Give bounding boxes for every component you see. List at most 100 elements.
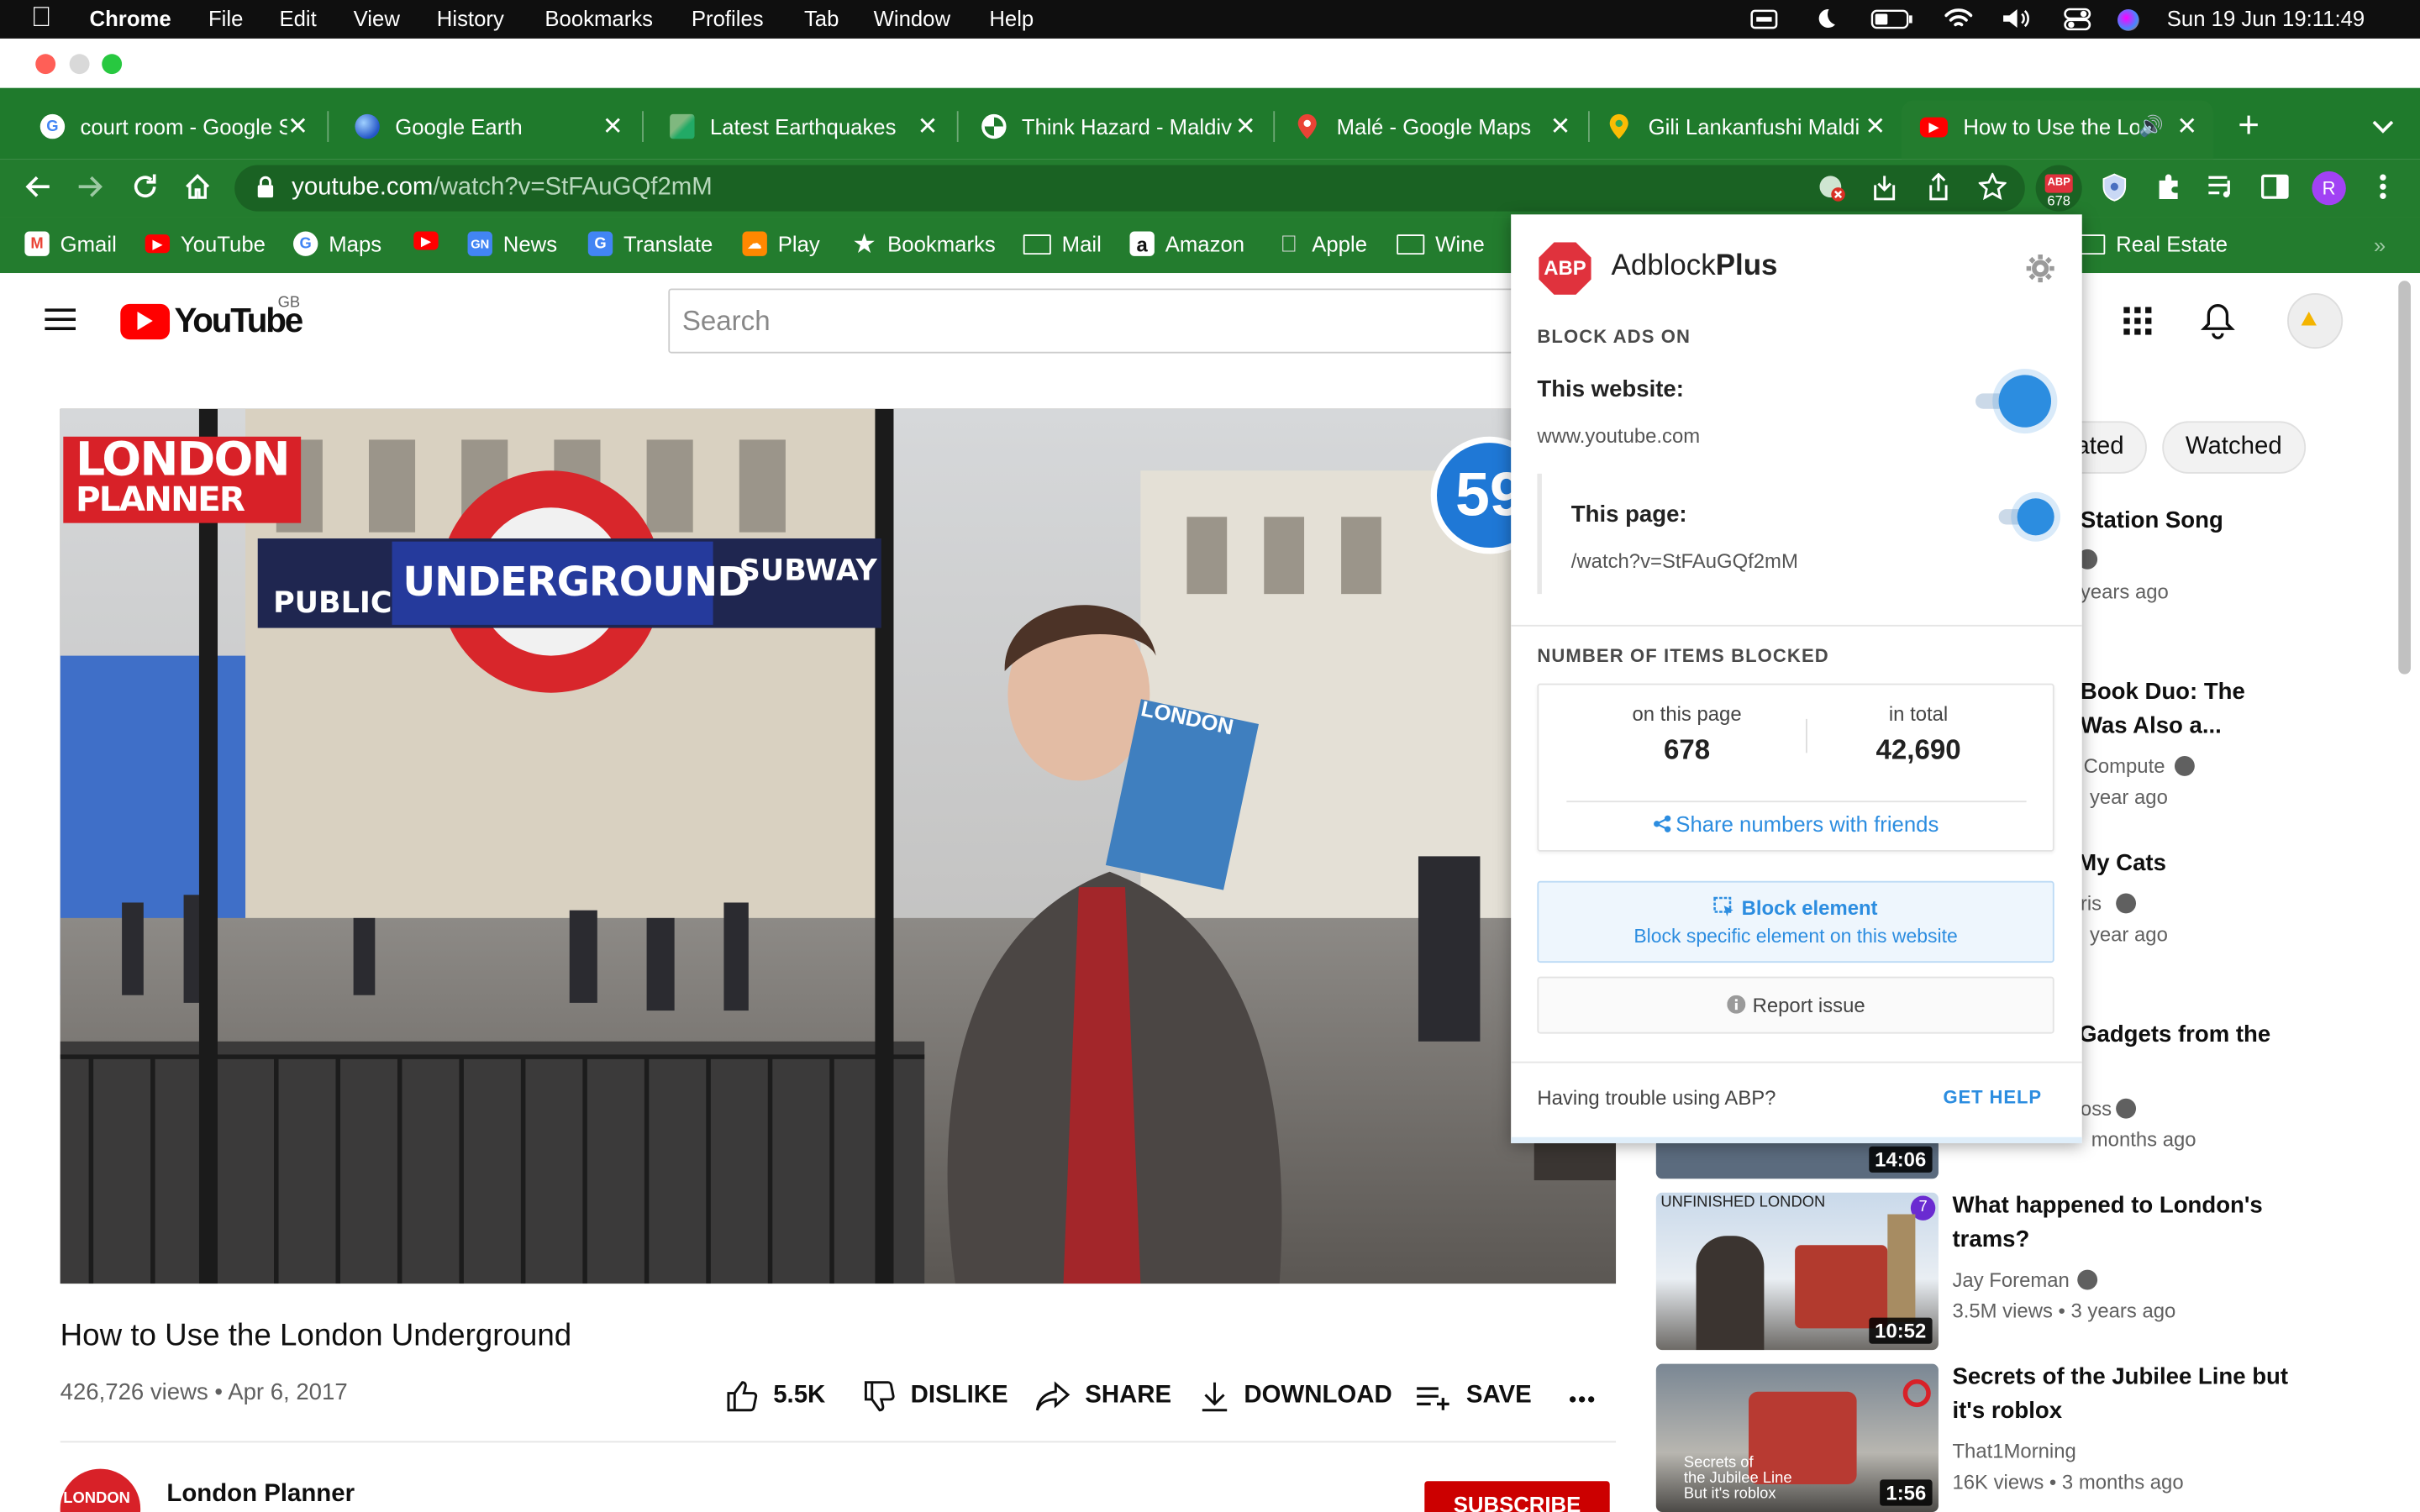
new-tab-plus-icon[interactable]: +	[2238, 108, 2260, 145]
apps-grid-icon[interactable]	[2123, 306, 2154, 337]
share-icon[interactable]	[1924, 172, 1952, 202]
tab-male-google-maps[interactable]: Malé - Google Maps ✕	[1271, 96, 1586, 157]
menu-app-name[interactable]: Chrome	[90, 6, 171, 30]
zoom-window-button[interactable]	[102, 54, 123, 75]
bookmark-play[interactable]: ☁ Play	[742, 231, 820, 256]
page-scrollbar-thumb[interactable]	[2398, 281, 2411, 675]
shield-extension-icon[interactable]	[2102, 173, 2127, 202]
media-control-icon[interactable]	[2207, 175, 2235, 199]
search-input[interactable]: Search	[668, 288, 1533, 354]
rec-title[interactable]: Station Song	[2081, 505, 2223, 538]
lock-icon[interactable]	[256, 176, 275, 199]
notifications-bell-icon[interactable]	[2201, 302, 2235, 339]
menu-profiles[interactable]: Profiles	[692, 6, 764, 30]
account-avatar[interactable]	[2287, 292, 2344, 349]
rec-title[interactable]: What happened to London's trams?	[1952, 1189, 2262, 1257]
bookmark-youtube[interactable]: ▶ YouTube	[145, 232, 266, 256]
apple-icon[interactable]: 	[31, 2, 52, 34]
bookmark-translate[interactable]: G Translate	[587, 231, 713, 256]
rec-thumbnail[interactable]: UNFINISHED LONDON 7 10:52	[1655, 1192, 1939, 1351]
clock[interactable]: Sun 19 Jun 19:11:49	[2167, 6, 2365, 30]
rec-thumbnail[interactable]: Secrets of the Jubilee Line But it's rob…	[1655, 1363, 1939, 1512]
tab-how-to-use-underground[interactable]: ▶ How to Use the Lo 🔊 ✕	[1902, 96, 2213, 157]
like-button[interactable]: 5.5K	[725, 1379, 825, 1413]
bookmark-apple[interactable]:  Apple	[1276, 231, 1367, 257]
bookmark-youtube-2[interactable]: ▶	[413, 231, 449, 250]
report-issue-button[interactable]: Report issue	[1537, 976, 2054, 1034]
menu-bookmarks[interactable]: Bookmarks	[544, 6, 653, 30]
tab-court-room[interactable]: G court room - Google S ✕	[15, 96, 324, 157]
bookmark-gmail[interactable]: M Gmail	[24, 231, 117, 256]
bookmark-bookmarks[interactable]: ★ Bookmarks	[852, 232, 996, 258]
bookmark-amazon[interactable]: a Amazon	[1129, 231, 1244, 256]
bookmark-wine[interactable]: Wine	[1397, 232, 1485, 256]
rec-title[interactable]: Book Duo: The Was Also a...	[2081, 675, 2245, 743]
close-tab-icon[interactable]: ✕	[917, 111, 939, 142]
close-tab-icon[interactable]: ✕	[1549, 111, 1571, 142]
bookmark-maps[interactable]: G Maps	[292, 231, 381, 256]
volume-icon[interactable]	[2002, 8, 2033, 29]
bookmark-star-icon[interactable]	[1978, 172, 2007, 201]
block-element-button[interactable]: Block element Block specific element on …	[1537, 880, 2054, 963]
bookmark-news[interactable]: GN News	[467, 231, 557, 256]
rec-title[interactable]: Secrets of the Jubilee Line but it's rob…	[1952, 1361, 2288, 1429]
menu-view[interactable]: View	[354, 6, 400, 30]
tab-search-chevron-down-icon[interactable]	[2372, 120, 2394, 134]
tab-gili-lankanfushi[interactable]: Gili Lankanfushi Maldi ✕	[1586, 96, 1902, 157]
siri-icon[interactable]	[2118, 9, 2139, 31]
kebab-menu-icon[interactable]	[2378, 173, 2387, 201]
wifi-icon[interactable]	[1944, 8, 1973, 29]
rec-title[interactable]: Gadgets from the	[2079, 1018, 2270, 1052]
tab-think-hazard[interactable]: Think Hazard - Maldiv ✕	[957, 96, 1272, 157]
menu-help[interactable]: Help	[989, 6, 1034, 30]
profile-avatar[interactable]: R	[2312, 171, 2346, 206]
close-tab-icon[interactable]: ✕	[1865, 111, 1886, 142]
rec-title[interactable]: My Cats	[2077, 847, 2166, 880]
tab-latest-earthquakes[interactable]: Latest Earthquakes ✕	[645, 96, 954, 157]
hamburger-menu-icon[interactable]	[45, 307, 76, 332]
bookmark-real-estate[interactable]: Real Estate	[2077, 232, 2228, 256]
share-numbers-link[interactable]: Share numbers with friends	[1539, 811, 2053, 837]
save-button[interactable]: SAVE	[1415, 1379, 1532, 1413]
filter-chip-watched[interactable]: Watched	[2162, 421, 2306, 474]
close-tab-icon[interactable]: ✕	[1234, 111, 1256, 142]
channel-avatar[interactable]: LONDON	[60, 1468, 141, 1512]
minimize-window-button[interactable]	[69, 54, 90, 75]
install-app-icon[interactable]	[1870, 175, 1898, 202]
side-panel-icon[interactable]	[2261, 174, 2289, 199]
close-window-button[interactable]	[35, 54, 56, 75]
menu-history[interactable]: History	[437, 6, 504, 30]
dark-mode-icon[interactable]	[1815, 8, 1837, 29]
menu-tab[interactable]: Tab	[804, 6, 839, 30]
close-tab-icon[interactable]: ✕	[2176, 111, 2198, 142]
battery-icon[interactable]	[1870, 9, 1913, 29]
url-text[interactable]: youtube.com/watch?v=StFAuGQf2mM	[292, 175, 713, 202]
more-actions-icon[interactable]	[1568, 1394, 1596, 1404]
get-help-link[interactable]: GET HELP	[1943, 1086, 2042, 1108]
menu-file[interactable]: File	[208, 6, 243, 30]
settings-gear-icon[interactable]	[2025, 253, 2056, 284]
dislike-button[interactable]: DISLIKE	[863, 1379, 1008, 1413]
audio-playing-icon[interactable]: 🔊	[2139, 114, 2164, 139]
more-bookmarks-chevron-icon[interactable]: »	[2374, 233, 2386, 257]
abp-extension-button[interactable]: ABP 678	[2035, 165, 2082, 212]
input-source-icon[interactable]	[1750, 9, 1778, 29]
share-button[interactable]: SHARE	[1034, 1379, 1171, 1413]
rec-thumbnail[interactable]: 14:06	[1655, 1138, 1939, 1179]
channel-name[interactable]: London Planner	[166, 1481, 355, 1509]
menu-window[interactable]: Window	[874, 6, 950, 30]
extensions-puzzle-icon[interactable]	[2154, 173, 2182, 201]
video-player[interactable]: LONDON PLANNER PUBLIC UNDERGROUND SUBWAY…	[60, 408, 1617, 1284]
cookies-blocked-icon[interactable]	[1818, 175, 1846, 202]
forward-arrow-icon[interactable]	[77, 175, 105, 199]
reload-icon[interactable]	[131, 173, 159, 201]
menu-edit[interactable]: Edit	[279, 6, 316, 30]
youtube-logo[interactable]: YouTube	[120, 301, 303, 341]
download-button[interactable]: DOWNLOAD	[1199, 1379, 1392, 1413]
tab-google-earth[interactable]: Google Earth ✕	[330, 96, 639, 157]
close-tab-icon[interactable]: ✕	[602, 111, 623, 142]
control-center-icon[interactable]	[2064, 8, 2091, 31]
subscribe-button[interactable]: SUBSCRIBE	[1424, 1481, 1610, 1512]
bookmark-mail[interactable]: Mail	[1023, 232, 1102, 256]
back-arrow-icon[interactable]	[24, 175, 51, 199]
